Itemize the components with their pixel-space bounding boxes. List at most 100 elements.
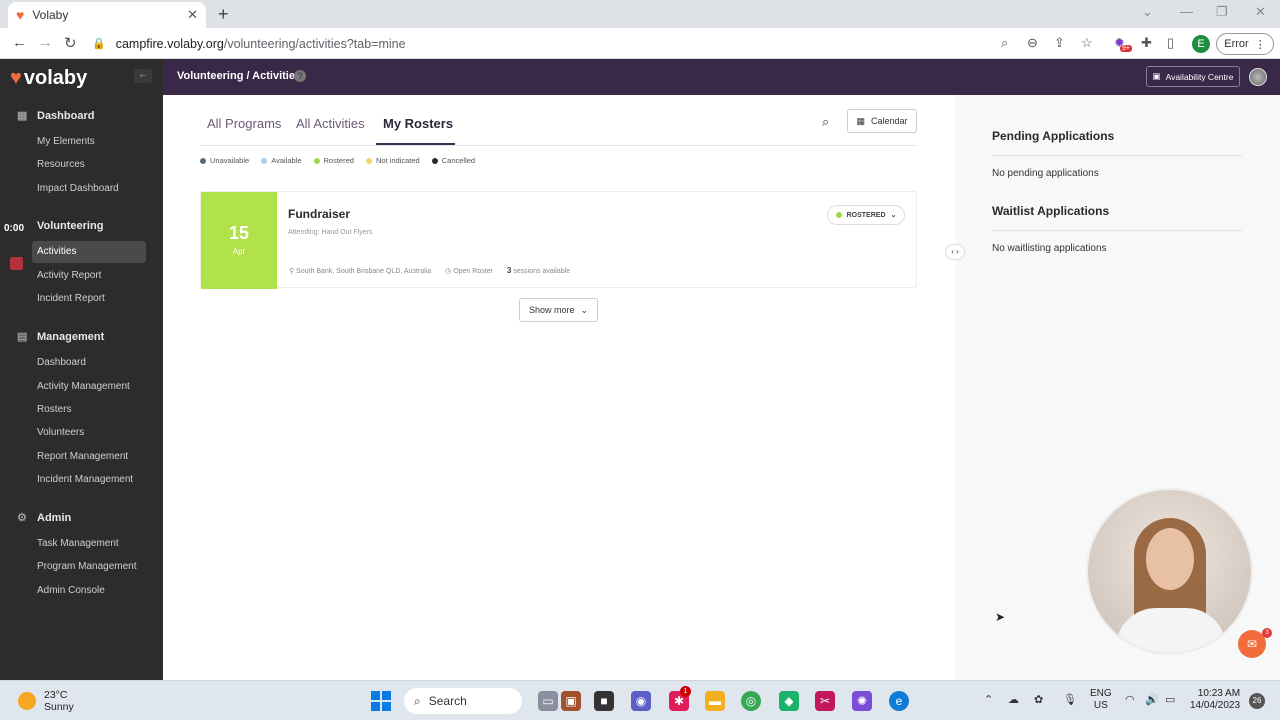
sidebar-item-rosters[interactable]: Rosters <box>37 404 71 415</box>
tab-my-rosters[interactable]: My Rosters <box>383 116 453 131</box>
taskbar-search[interactable]: ⌕ Search <box>404 688 522 714</box>
restore-icon[interactable]: ❐ <box>1216 4 1228 20</box>
taskbar: 23°C Sunny ⌕ Search ▭ ▣ ■ ◉ ✱ 1 ▬ ◎ ◆ ✂ … <box>0 680 1280 720</box>
brand-logo[interactable]: ♥ volaby <box>10 67 87 90</box>
sidebar-section-volunteering[interactable]: Volunteering <box>17 220 103 232</box>
user-avatar[interactable] <box>1249 68 1267 86</box>
profile-avatar[interactable]: E <box>1192 35 1210 53</box>
status-badge[interactable]: ROSTERED ⌄ <box>827 205 905 225</box>
panel-toggle-icon[interactable]: ‹ › <box>945 244 965 260</box>
chrome-icon[interactable]: ◎ <box>741 691 761 711</box>
sidebar-item-report-management[interactable]: Report Management <box>37 451 128 462</box>
activity-card[interactable]: 15 Apr Fundraiser Attending: Hand Out Fl… <box>200 191 917 289</box>
close-window-icon[interactable]: ✕ <box>1255 4 1266 20</box>
close-tab-icon[interactable]: ✕ <box>187 7 198 23</box>
collapse-sidebar-icon[interactable]: ⇤ <box>134 69 152 83</box>
tab-all-activities[interactable]: All Activities <box>296 116 365 131</box>
legend-label: Unavailable <box>210 156 250 165</box>
sidebar-section-dashboard[interactable]: ▦ Dashboard <box>17 109 94 123</box>
lang-bottom: US <box>1093 700 1108 711</box>
waitlist-applications-title: Waitlist Applications <box>992 204 1110 218</box>
share-icon[interactable]: ⇪ <box>1054 35 1065 51</box>
url-field[interactable]: 🔒 campfire.volaby.org /volunteering/acti… <box>92 32 1106 55</box>
volume-icon[interactable]: 🔊 <box>1145 693 1159 706</box>
teams-icon[interactable]: ◉ <box>631 691 651 711</box>
legend-item: Cancelled <box>431 156 475 165</box>
legend-dot <box>200 157 206 164</box>
app-green-icon[interactable]: ◆ <box>779 691 799 711</box>
briefcase-icon[interactable]: ▣ <box>561 691 581 711</box>
clock-icon: ◷ <box>445 267 452 275</box>
status-dot <box>835 212 842 218</box>
sidebar-item-admin-console[interactable]: Admin Console <box>37 585 105 596</box>
sidebar-item-volunteers[interactable]: Volunteers <box>37 427 84 438</box>
minimize-icon[interactable]: — <box>1180 4 1193 19</box>
sidebar-item-incident-management[interactable]: Incident Management <box>37 474 133 485</box>
sidebar-item-activity-report[interactable]: Activity Report <box>37 270 101 281</box>
reload-icon[interactable]: ↻ <box>64 34 77 52</box>
sun-icon <box>18 692 36 710</box>
bookmark-star-icon[interactable]: ☆ <box>1081 35 1093 51</box>
search-icon[interactable]: ⌕ <box>822 114 829 130</box>
date-month: Apr <box>232 247 246 256</box>
availability-centre-button[interactable]: ▣ Availability Centre <box>1146 66 1240 87</box>
activity-subtitle: Attending: Hand Out Flyers <box>288 229 373 236</box>
search-icon: ⌕ <box>414 693 421 708</box>
app-icon[interactable]: ■ <box>594 691 614 711</box>
back-icon[interactable]: ← <box>12 34 27 51</box>
sidebar-section-label: Admin <box>37 511 72 524</box>
snipping-tool-icon[interactable]: ✂ <box>815 691 835 711</box>
edge-icon[interactable]: e <box>889 691 909 711</box>
notification-count-badge[interactable]: 26 <box>1249 693 1265 709</box>
url-host: campfire.volaby.org <box>115 36 224 51</box>
gear-icon: ⚙ <box>17 512 27 524</box>
zoom-icon[interactable]: ⊖ <box>1027 35 1038 51</box>
side-panel-icon[interactable]: ▯ <box>1167 35 1174 51</box>
waitlist-empty-text: No waitlisting applications <box>992 243 1107 254</box>
chat-badge: 3 <box>1262 628 1272 638</box>
sidebar-item-management-dashboard[interactable]: Dashboard <box>37 357 86 368</box>
sidebar-section-label: Management <box>37 330 105 343</box>
sidebar-item-incident-report[interactable]: Incident Report <box>37 293 105 304</box>
error-button[interactable]: Error ⋮ <box>1216 33 1274 55</box>
browser-tab[interactable]: ♥ Volaby ✕ <box>8 2 206 28</box>
activity-title[interactable]: Fundraiser <box>288 207 350 221</box>
cloud-icon[interactable]: ☁ <box>1008 693 1019 706</box>
sidebar-section-admin[interactable]: ⚙ Admin <box>17 511 72 525</box>
sidebar-item-program-management[interactable]: Program Management <box>37 561 137 572</box>
sidebar-item-activity-management[interactable]: Activity Management <box>37 381 130 392</box>
dropbox-icon[interactable]: ✿ <box>1034 693 1043 706</box>
task-view-icon[interactable]: ▭ <box>538 691 558 711</box>
search-page-icon[interactable]: ⌕ <box>1001 35 1008 51</box>
battery-icon[interactable]: ▭ <box>1165 693 1175 706</box>
forward-icon[interactable]: → <box>38 34 53 51</box>
folder-icon[interactable]: ▬ <box>705 691 725 711</box>
sidebar-item-activities[interactable]: Activities <box>32 241 146 263</box>
weather-widget[interactable]: 23°C Sunny <box>18 689 74 713</box>
sidebar-item-my-elements[interactable]: My Elements <box>37 136 95 147</box>
tab-all-programs[interactable]: All Programs <box>207 116 281 131</box>
clock[interactable]: 10:23 AM 14/04/2023 <box>1190 688 1240 712</box>
help-icon[interactable]: ? <box>294 70 306 82</box>
calendar-button[interactable]: ▦ Calendar <box>847 109 917 133</box>
record-stop-icon[interactable] <box>10 257 23 270</box>
roster-type: ◷ Open Roster <box>445 267 493 275</box>
app-purple-icon[interactable]: ✺ <box>852 691 872 711</box>
sidebar-item-task-management[interactable]: Task Management <box>37 538 119 549</box>
sidebar-item-impact-dashboard[interactable]: Impact Dashboard <box>37 183 119 194</box>
sessions-label: sessions available <box>513 268 571 275</box>
sidebar-section-management[interactable]: ▤ Management <box>17 330 105 344</box>
tab-search-icon[interactable]: ⌄ <box>1142 4 1153 20</box>
new-tab-icon[interactable]: + <box>218 4 229 25</box>
sidebar-item-resources[interactable]: Resources <box>37 159 85 170</box>
microphone-icon[interactable]: 🎙 <box>1063 693 1077 706</box>
mouse-cursor-icon: ➤ <box>995 610 1006 624</box>
volaby-logo-icon: ♥ <box>10 67 22 89</box>
puzzle-icon[interactable]: ✚ <box>1141 35 1152 51</box>
slack-badge: 1 <box>680 686 691 697</box>
chevron-up-icon[interactable]: ⌃ <box>984 693 993 706</box>
start-icon[interactable] <box>371 691 391 711</box>
show-more-button[interactable]: Show more ⌄ <box>519 298 598 322</box>
wifi-icon[interactable]: ◠ <box>1125 693 1135 706</box>
language-indicator[interactable]: ENG US <box>1090 688 1112 712</box>
